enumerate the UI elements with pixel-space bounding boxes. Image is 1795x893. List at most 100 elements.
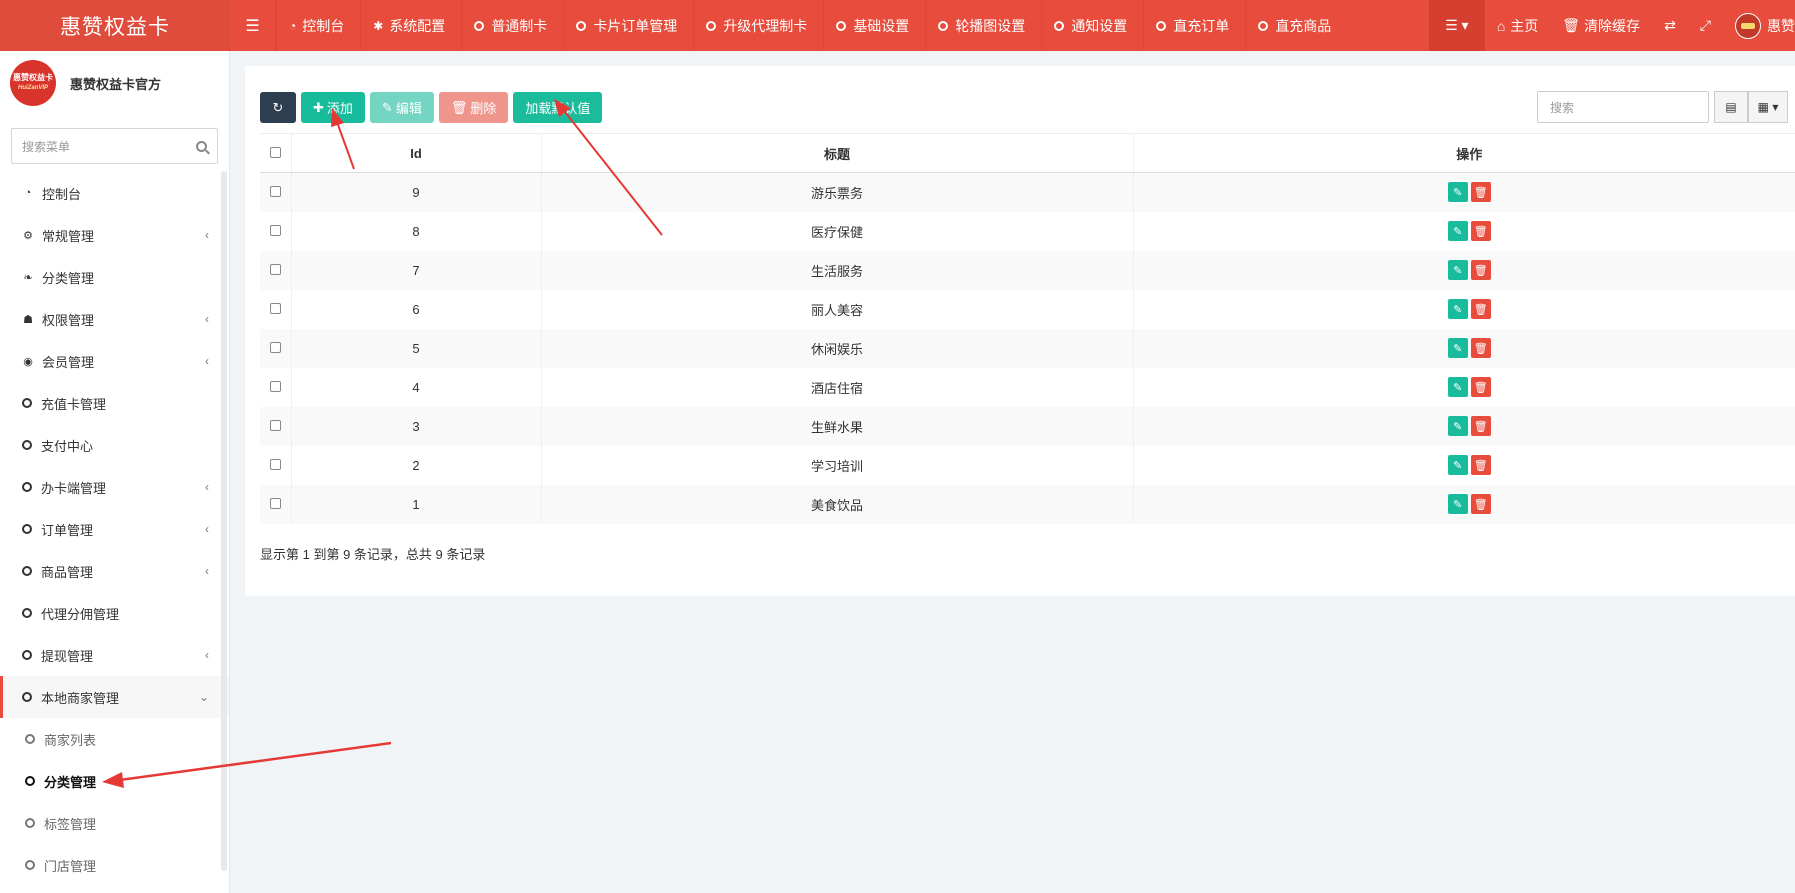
table-row[interactable]: 3 生鲜水果 ✎ 🗑 [260,406,1795,446]
sidebar-item-label: 代理分佣管理 [41,606,120,622]
row-delete-button[interactable]: 🗑 [1470,377,1491,397]
row-checkbox[interactable] [269,185,281,197]
sidebar-item-local-merchants[interactable]: 本地商家管理 ⌄ [0,676,229,718]
sidebar-item-card-client[interactable]: 办卡端管理 ‹ [0,466,229,508]
topnav-item-carousel[interactable]: 轮播图设置 [925,0,1041,51]
cell-title: 美食饮品 [540,484,1133,524]
columns-button[interactable]: ▦ ▾ [1748,91,1788,123]
toggle-view-button[interactable]: ▤ [1714,91,1748,123]
select-all-checkbox[interactable] [269,146,281,158]
topnav-item-recharge-products[interactable]: 直充商品 [1245,0,1347,51]
table-row[interactable]: 2 学习培训 ✎ 🗑 [260,445,1795,485]
sidebar-item-members[interactable]: ◉ 会员管理 ‹ [0,340,229,382]
table-row[interactable]: 9 游乐票务 ✎ 🗑 [260,172,1795,212]
row-edit-button[interactable]: ✎ [1447,182,1468,203]
pagination-info: 显示第 1 到第 9 条记录，总共 9 条记录 [260,547,486,562]
add-label: 添加 [326,101,353,116]
row-delete-button[interactable]: 🗑 [1470,221,1491,241]
select-all-header[interactable] [260,133,291,173]
row-delete-button[interactable]: 🗑 [1470,260,1491,280]
search-icon[interactable] [196,140,207,152]
row-delete-button[interactable]: 🗑 [1470,299,1491,319]
sidebar-item-agent-commission[interactable]: 代理分佣管理 [0,592,229,634]
sidebar-subitem-stores[interactable]: 门店管理 [0,844,229,886]
row-select-cell[interactable] [260,368,291,407]
multitab-menu-button[interactable]: ☰ ▾ [1428,0,1485,51]
sidebar-item-auth[interactable]: ☗ 权限管理 ‹ [0,298,229,340]
row-select-cell[interactable] [260,407,291,446]
row-checkbox[interactable] [269,341,281,353]
sidebar-item-category[interactable]: ❧ 分类管理 [0,256,229,298]
row-edit-button[interactable]: ✎ [1447,455,1468,475]
row-edit-button[interactable]: ✎ [1447,494,1468,514]
row-select-cell[interactable] [260,329,291,368]
row-delete-button[interactable]: 🗑 [1470,416,1491,436]
add-button[interactable]: ✚ 添加 [301,92,365,123]
sidebar-item-dashboard[interactable]: ◔ 控制台 [0,172,229,214]
menu-search-input[interactable]: 搜索菜单 [11,128,218,164]
load-default-button[interactable]: 加载默认值 [513,92,603,123]
row-checkbox[interactable] [269,224,281,236]
row-select-cell[interactable] [260,251,291,290]
brand-logo[interactable]: 惠赞权益卡 [0,0,230,51]
row-checkbox[interactable] [269,263,281,275]
row-select-cell[interactable] [260,446,291,485]
topnav-item-card-orders[interactable]: 卡片订单管理 [563,0,693,51]
sidebar-toggle-button[interactable]: ☰ [230,0,276,51]
row-edit-button[interactable]: ✎ [1447,260,1468,280]
home-link[interactable]: ⌂ 主页 [1485,0,1550,51]
table-row[interactable]: 5 休闲娱乐 ✎ 🗑 [260,328,1795,368]
row-edit-button[interactable]: ✎ [1447,338,1468,358]
topnav-item-basic-settings[interactable]: 基础设置 [823,0,925,51]
row-delete-button[interactable]: 🗑 [1470,494,1491,514]
row-checkbox[interactable] [269,458,281,470]
row-checkbox[interactable] [269,419,281,431]
row-delete-button[interactable]: 🗑 [1470,182,1491,203]
fullscreen-button[interactable]: ⤢ [1688,0,1723,51]
language-button[interactable]: ⇄ [1652,0,1688,51]
topnav-item-notify[interactable]: 通知设置 [1041,0,1143,51]
sidebar-subitem-category[interactable]: 分类管理 [0,760,229,802]
sidebar-subitem-merchant-list[interactable]: 商家列表 [0,718,229,760]
sidebar-item-general[interactable]: ⚙ 常规管理 ‹ [0,214,229,256]
row-edit-button[interactable]: ✎ [1447,416,1468,436]
table-row[interactable]: 7 生活服务 ✎ 🗑 [260,250,1795,290]
sidebar-subitem-tags[interactable]: 标签管理 [0,802,229,844]
delete-button[interactable]: 🗑 删除 [438,92,509,123]
sidebar-item-payment[interactable]: 支付中心 [0,424,229,466]
row-select-cell[interactable] [260,212,291,251]
refresh-button[interactable]: ↻ [260,92,296,123]
row-select-cell[interactable] [260,290,291,329]
sidebar-item-withdraw[interactable]: 提现管理 ‹ [0,634,229,676]
table-row[interactable]: 6 丽人美容 ✎ 🗑 [260,289,1795,329]
topnav-item-recharge-orders[interactable]: 直充订单 [1143,0,1245,51]
row-select-cell[interactable] [260,485,291,524]
row-edit-button[interactable]: ✎ [1447,221,1468,241]
row-checkbox[interactable] [269,380,281,392]
row-delete-button[interactable]: 🗑 [1470,338,1491,358]
clear-cache-button[interactable]: 🗑 清除缓存 [1550,0,1652,51]
row-checkbox[interactable] [269,302,281,314]
table-row[interactable]: 4 酒店住宿 ✎ 🗑 [260,367,1795,407]
topnav-item-normal-card[interactable]: 普通制卡 [461,0,563,51]
sidebar-item-orders[interactable]: 订单管理 ‹ [0,508,229,550]
table-row[interactable]: 1 美食饮品 ✎ 🗑 [260,484,1795,524]
row-edit-button[interactable]: ✎ [1447,377,1468,397]
row-checkbox[interactable] [269,497,281,509]
topnav-item-system-config[interactable]: ✱ 系统配置 [360,0,461,51]
sidebar-scrollbar[interactable] [221,171,227,871]
table-row[interactable]: 8 医疗保健 ✎ 🗑 [260,211,1795,251]
topnav-item-upgrade-agent[interactable]: 升级代理制卡 [693,0,823,51]
row-delete-button[interactable]: 🗑 [1470,455,1491,475]
row-edit-button[interactable]: ✎ [1447,299,1468,319]
row-select-cell[interactable] [260,173,291,212]
cogs-icon: ⚙ [23,229,33,242]
edit-button[interactable]: ✎ 编辑 [369,92,434,123]
column-header-id[interactable]: Id [290,133,541,173]
column-header-title[interactable]: 标题 [540,133,1133,173]
table-search-input[interactable]: 搜索 [1537,91,1709,123]
topnav-item-dashboard[interactable]: ◔ 控制台 [276,0,360,51]
user-menu[interactable]: 惠赞 [1723,0,1795,51]
sidebar-item-recharge-card[interactable]: 充值卡管理 [0,382,229,424]
sidebar-item-products[interactable]: 商品管理 ‹ [0,550,229,592]
